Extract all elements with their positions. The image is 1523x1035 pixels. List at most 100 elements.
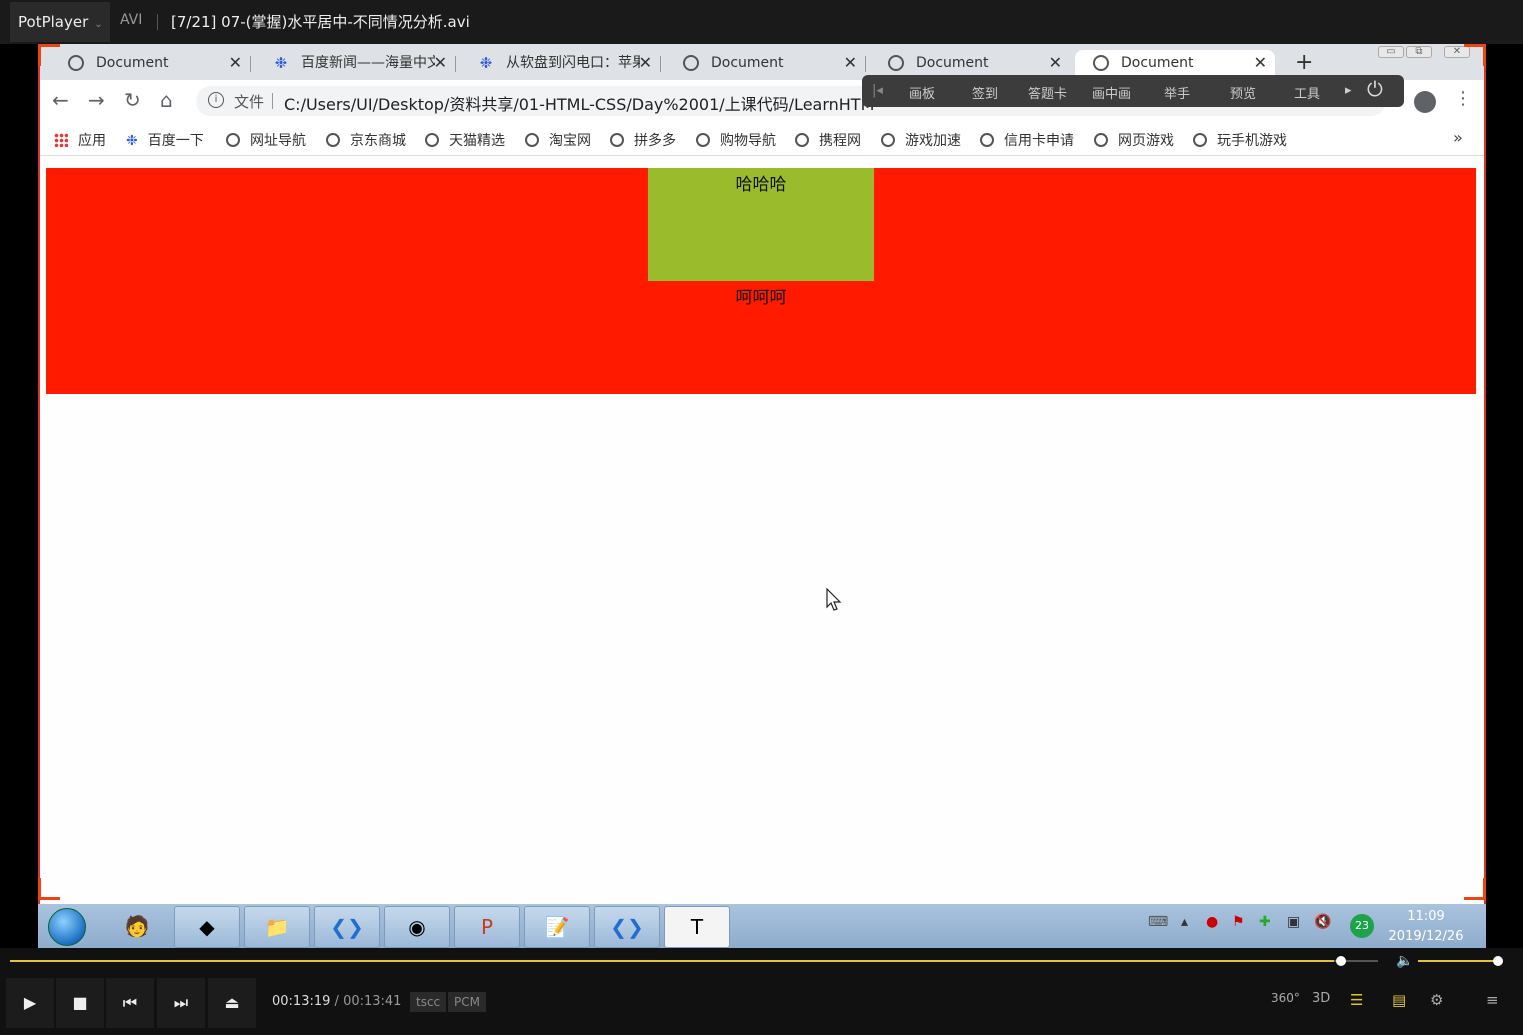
bookmark-item[interactable]: ❉ 百度一下	[126, 130, 204, 150]
audio-codec-badge: PCM	[448, 992, 486, 1012]
tray-arrow-icon[interactable]: ▴	[1181, 914, 1188, 930]
previous-button[interactable]: ⏮	[106, 978, 154, 1028]
tab-document-1[interactable]: Document ✕	[50, 50, 251, 80]
back-arrow-icon[interactable]: ←	[52, 88, 69, 112]
play-button[interactable]: ▶	[6, 978, 54, 1028]
powerpoint-icon[interactable]: P	[454, 906, 520, 948]
volume-slider[interactable]	[1418, 960, 1498, 962]
bookmark-label: 京东商城	[350, 133, 406, 149]
more-bookmarks-button[interactable]: »	[1453, 128, 1463, 147]
volume-icon[interactable]: 🔈	[1396, 953, 1413, 969]
new-tab-button[interactable]: +	[1295, 50, 1313, 75]
overlay-item[interactable]: 答题卡	[1028, 83, 1067, 102]
profile-icon[interactable]	[1414, 91, 1436, 113]
notepad-icon[interactable]: 📝	[524, 906, 590, 948]
bookmark-item[interactable]: 天猫精选	[425, 130, 505, 150]
seek-handle[interactable]	[1336, 956, 1346, 966]
bookmark-item[interactable]: 网页游戏	[1094, 130, 1174, 150]
selection-corner	[1464, 878, 1486, 900]
bookmark-label: 玩手机游戏	[1217, 133, 1287, 149]
eject-button[interactable]: ⏏	[208, 978, 256, 1028]
bookmark-item[interactable]: 携程网	[795, 130, 861, 150]
player-menu-button[interactable]: PotPlayer ⌄	[10, 2, 110, 42]
globe-icon	[1193, 133, 1207, 147]
stop-button[interactable]: ■	[56, 978, 104, 1028]
overlay-item[interactable]: 工具	[1294, 83, 1320, 102]
collapse-icon[interactable]: |◂	[872, 83, 883, 98]
typora-icon[interactable]: T	[664, 906, 730, 948]
selection-corner	[1464, 44, 1486, 66]
windows-taskbar: 🧑 ◆ 📁 ❮❯ ◉ P 📝 ❮❯ T ⌨ ▴ ● ⚑ ✚ ▣ 🔇 23 11:…	[38, 904, 1486, 948]
red-container: 哈哈哈 呵呵呵	[46, 168, 1476, 394]
close-icon[interactable]: ✕	[844, 50, 857, 76]
overlay-item[interactable]: 画板	[909, 83, 935, 102]
app-icon[interactable]: ◆	[174, 906, 240, 948]
arrow-icon[interactable]: ▸	[1345, 83, 1352, 98]
globe-icon	[1093, 55, 1109, 71]
bookmark-apps[interactable]: 应用	[54, 130, 106, 150]
plus-icon[interactable]: ✚	[1259, 914, 1271, 930]
bookmark-item[interactable]: 京东商城	[326, 130, 406, 150]
forward-arrow-icon[interactable]: →	[88, 88, 105, 112]
seek-bar[interactable]	[10, 960, 1341, 962]
more-menu-icon[interactable]: ⋮	[1454, 88, 1472, 109]
hamburger-menu-icon[interactable]: ≡	[1486, 991, 1499, 1009]
url-text[interactable]: C:/Users/UI/Desktop/资料共享/01-HTML-CSS/Day…	[284, 91, 874, 115]
overlay-item[interactable]: 签到	[972, 83, 998, 102]
start-button[interactable]	[48, 908, 86, 946]
bookmark-label: 游戏加速	[905, 133, 961, 149]
selection-corner	[38, 878, 60, 900]
globe-icon	[683, 55, 699, 71]
playlist-search-icon[interactable]: ☰	[1350, 991, 1363, 1009]
tray-badge[interactable]: 23	[1350, 914, 1374, 938]
divider	[157, 14, 158, 30]
vr-360-icon[interactable]: 360°	[1271, 991, 1300, 1005]
tab-apple-article[interactable]: ❉ 从软盘到闪电口：苹果 ✕	[460, 50, 661, 80]
bookmark-item[interactable]: 淘宝网	[525, 130, 591, 150]
overlay-item[interactable]: 画中画	[1092, 83, 1131, 102]
network-icon[interactable]: ▣	[1287, 914, 1300, 930]
clock[interactable]: 11:09 2019/12/26	[1386, 907, 1466, 947]
player-controls: 🔈 ▶ ■ ⏮ ⏭ ⏏ 00:13:19 / 00:13:41 tscc PCM…	[0, 948, 1523, 1035]
bookmark-item[interactable]: 游戏加速	[881, 130, 961, 150]
reload-icon[interactable]: ↻	[124, 88, 141, 112]
close-icon[interactable]: ✕	[1254, 50, 1267, 76]
volume-handle[interactable]	[1493, 956, 1503, 966]
power-icon[interactable]: ⏻	[1367, 77, 1389, 101]
bookmark-item[interactable]: 拼多多	[610, 130, 676, 150]
keyboard-icon[interactable]: ⌨	[1148, 914, 1168, 930]
overlay-item[interactable]: 预览	[1230, 83, 1256, 102]
3d-icon[interactable]: 3D	[1312, 991, 1330, 1006]
record-icon[interactable]: ●	[1206, 914, 1218, 930]
close-icon[interactable]: ✕	[229, 50, 242, 76]
tab-label: Document	[96, 55, 169, 71]
video-codec-badge: tscc	[410, 992, 447, 1012]
tab-document-2[interactable]: Document ✕	[665, 50, 866, 80]
globe-icon	[610, 133, 624, 147]
vscode-icon[interactable]: ❮❯	[314, 906, 380, 948]
file-explorer-icon[interactable]: 📁	[244, 906, 310, 948]
bookmark-item[interactable]: 信用卡申请	[980, 130, 1074, 150]
minimize-icon[interactable]: ▭	[1378, 46, 1404, 58]
bookmark-item[interactable]: 购物导航	[696, 130, 776, 150]
avatar-icon[interactable]: 🧑	[104, 906, 170, 948]
info-icon[interactable]: i	[208, 92, 224, 108]
subtitle-icon[interactable]: ▤	[1392, 991, 1406, 1009]
volume-muted-icon[interactable]: 🔇	[1314, 914, 1331, 930]
baidu-icon: ❉	[274, 54, 288, 72]
next-button[interactable]: ⏭	[157, 978, 205, 1028]
tab-baidu-news[interactable]: ❉ 百度新闻——海量中文 ✕	[255, 50, 456, 80]
bookmark-label: 携程网	[819, 133, 861, 149]
bookmark-item[interactable]: 玩手机游戏	[1193, 130, 1287, 150]
overlay-item[interactable]: 举手	[1164, 83, 1190, 102]
vscode-icon[interactable]: ❮❯	[594, 906, 660, 948]
bookmark-item[interactable]: 网址导航	[226, 130, 306, 150]
close-icon[interactable]: ✕	[1049, 50, 1062, 76]
chrome-icon[interactable]: ◉	[384, 906, 450, 948]
home-icon[interactable]: ⌂	[160, 88, 173, 112]
maximize-icon[interactable]: ⧉	[1406, 46, 1432, 58]
close-icon[interactable]: ✕	[639, 50, 652, 76]
close-icon[interactable]: ✕	[434, 50, 447, 76]
flag-icon[interactable]: ⚑	[1232, 914, 1245, 930]
gear-icon[interactable]: ⚙	[1430, 991, 1443, 1009]
